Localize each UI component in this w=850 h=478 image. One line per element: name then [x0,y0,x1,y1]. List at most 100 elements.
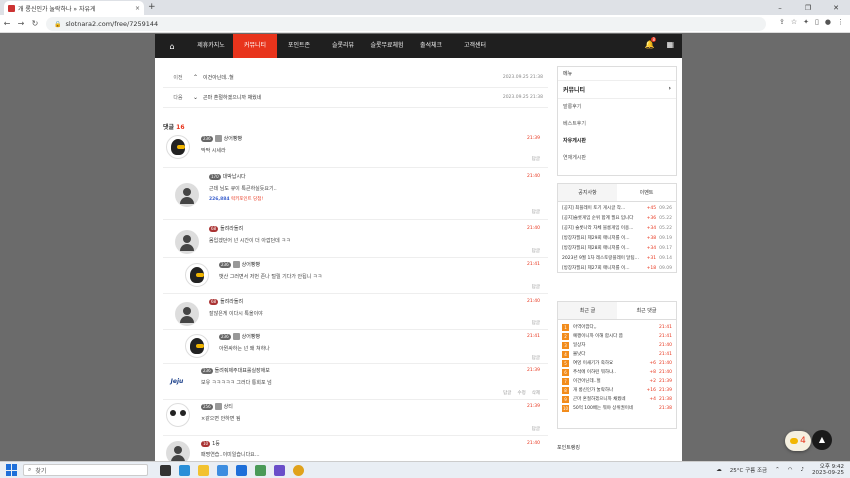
comment-nick[interactable]: 상어빵빵 [242,261,260,268]
reply-button[interactable]: 답글 [532,355,540,361]
tab-recent-posts[interactable]: 최근 글 [558,302,617,319]
comment-nick[interactable]: 돌려라돌려 [220,298,243,305]
nav-item[interactable]: 포인트존 [277,34,321,58]
profile-icon[interactable]: ● [825,18,831,26]
store-icon[interactable] [217,464,228,476]
weather-text[interactable]: 25°C 구름 조금 [730,466,767,474]
next-title[interactable]: 곤마 혼절하겠으니까 채웠네 [203,94,261,101]
windows-start-icon[interactable] [6,464,18,476]
mail-icon[interactable] [236,464,247,476]
sidebar-item[interactable]: 발롱후기 [558,99,676,116]
nav-item[interactable]: 출석체크 [409,34,453,58]
chat-button[interactable]: 4 [785,431,811,451]
sidebar-item[interactable]: 베스트후기 [558,116,676,133]
delete-button[interactable]: 삭제 [532,390,540,396]
comment-nick[interactable]: 돌려라돌려 [220,225,243,232]
nav-item[interactable]: 커뮤니티 [233,34,277,58]
sidepanel-icon[interactable]: ▯ [815,18,819,26]
tab-notice[interactable]: 공지사항 [558,184,617,201]
back-button[interactable]: ← [0,19,14,28]
reply-button[interactable]: 답글 [532,320,540,326]
bell-icon[interactable]: 🔔 8 [644,37,657,49]
notice-item[interactable]: [방장자필요] 제28회 매니저를 이... +34 09.17 [558,244,676,254]
reply-button[interactable]: 답글 [532,426,540,432]
nav-item[interactable]: 슬롯리뷰 [321,34,365,58]
comment-nick[interactable]: 돌려줘제주대표롤실장애보 [215,367,270,374]
nav-item[interactable]: 고객센터 [453,34,497,58]
nav-item[interactable]: 제휴카지노 [189,34,233,58]
notice-title: 2023년 9월 1차 레스토랑플레이 달팀... [562,256,639,261]
comment-item: 236 상어빵빵 21:41 뱃산 그러면서 저번 존나 털릴 기다가 안됩니 … [163,258,548,294]
notice-item[interactable]: [방장자필요] 제27회 매니저를 이... +18 09.09 [558,264,676,274]
clock[interactable]: 오후 9:42 2023-09-25 [812,464,844,476]
file-explorer-icon[interactable] [198,464,209,476]
tab-event[interactable]: 이벤트 [617,184,676,201]
volume-icon[interactable]: ♪ [801,467,805,473]
recent-item[interactable]: 5 여엉 이새기가 죽하요 +6 21:40 [558,359,676,368]
maximize-button[interactable]: ❐ [794,0,822,15]
next-post-row[interactable]: 다음 ⌄ 곤마 혼절하겠으니까 채웠네 2023.09.25 21:38 [163,88,548,108]
recent-item[interactable]: 9 곤마 혼절하겠으니까 채웠네 +4 21:38 [558,395,676,404]
menu-kebab-icon[interactable]: ⋮ [837,18,844,26]
community-header[interactable]: 커뮤니티 › [558,81,676,99]
recent-item[interactable]: 10 50억 100배는 뭐야 상위권이네 21:38 [558,404,676,413]
notice-item[interactable]: [공지] 슬롯나라 자체 블롱게임 이용... +34 05.22 [558,224,676,234]
browser-tab[interactable]: 개 롱신인가 눌락하나 » 자유게 × [4,1,144,15]
tray-arrow-icon[interactable]: ⌃ [775,467,780,473]
tab-recent-comments[interactable]: 최근 댓글 [617,302,676,319]
recent-item[interactable]: 1 아역아깝다,, 21:41 [558,323,676,332]
edge-icon[interactable] [179,464,190,476]
home-icon[interactable]: ⌂ [155,42,189,51]
comment-nick[interactable]: 1등 [212,440,220,447]
recent-item[interactable]: 3 일상자 21:40 [558,341,676,350]
comment-meta: 236 상어빵빵 [219,261,260,268]
task-view-icon[interactable] [160,464,171,476]
reply-button[interactable]: 답글 [532,284,540,290]
reply-button[interactable]: 답글 [532,248,540,254]
network-icon[interactable]: ◠ [788,467,793,473]
taskbar-search[interactable]: ⌕ 찾기 [23,464,148,476]
app-icon-2[interactable] [274,464,285,476]
reply-button[interactable]: 답글 [532,156,540,162]
prev-title[interactable]: 이건아닌데..헐 [203,74,234,81]
reply-button[interactable]: 답글 [532,209,540,215]
comment-nick[interactable]: 상어빵빵 [242,333,260,340]
new-tab-button[interactable]: + [148,2,156,12]
notice-item[interactable]: [방장자필요] 제29회 매니저를 이... +38 09.19 [558,234,676,244]
recent-item[interactable]: 4 몰낫다 21:41 [558,350,676,359]
recent-item[interactable]: 6 추석에 이하련 뭐하냐.. +8 21:40 [558,368,676,377]
reply-button[interactable]: 답글 [503,390,511,396]
recent-time: 21:39 [659,388,672,393]
share-icon[interactable]: ⇪ [779,18,785,26]
forward-button[interactable]: → [14,19,28,28]
notice-item[interactable]: [공지]슬롯게임 순위 합계 필요 입니다 +36 05.22 [558,214,676,224]
tab-close-icon[interactable]: × [135,5,140,12]
recent-tabs: 최근 글 최근 댓글 [558,302,676,320]
comment-meta: 236 돌려줘제주대표롤실장애보 [201,367,270,374]
nav-item[interactable]: 슬롯무료체험 [365,34,409,58]
grid-menu-icon[interactable]: ▦ [666,40,674,49]
extensions-icon[interactable]: ✦ [803,18,809,26]
notice-item[interactable]: 2023년 9월 1차 레스토랑플레이 달팀... +31 09.14 [558,254,676,264]
scroll-top-button[interactable]: ▲ [812,430,832,450]
bookmark-star-icon[interactable]: ☆ [791,18,797,26]
chrome-icon[interactable] [293,464,304,476]
edit-button[interactable]: 수정 [517,390,525,396]
nav-right: 🔔 8 ▦ [644,37,674,49]
comment-nick[interactable]: 상어빵빵 [224,135,242,142]
sidebar-item[interactable]: 연재게시판 [558,150,676,167]
comment-nick[interactable]: 대박납시다 [223,173,246,180]
app-icon[interactable] [255,464,266,476]
recent-item[interactable]: 2 예쩡이니까 이해 합시다 쯤 21:41 [558,332,676,341]
sidebar-item[interactable]: 자유게시판 [558,133,676,150]
url-field[interactable]: 🔒 slotnara2.com/free/7259144 [46,17,766,31]
recent-item[interactable]: 7 이건아닌데..헐 +2 21:39 [558,377,676,386]
notice-item[interactable]: [공지] 최플레이 토기 게시글 작... +45 09.26 [558,204,676,214]
prev-post-row[interactable]: 이전 ⌃ 이건아닌데..헐 2023.09.25 21:38 [163,68,548,88]
recent-item[interactable]: 8 개 롱신인가 눌락하나 +16 21:39 [558,386,676,395]
minimize-button[interactable]: – [766,0,794,15]
community-menu-box: 메뉴 커뮤니티 › 발롱후기 베스트후기 자유게시판 연재게시판 [557,66,677,176]
reload-button[interactable]: ↻ [28,19,42,28]
close-button[interactable]: ✕ [822,0,850,15]
comment-nick[interactable]: 상티 [224,403,233,410]
